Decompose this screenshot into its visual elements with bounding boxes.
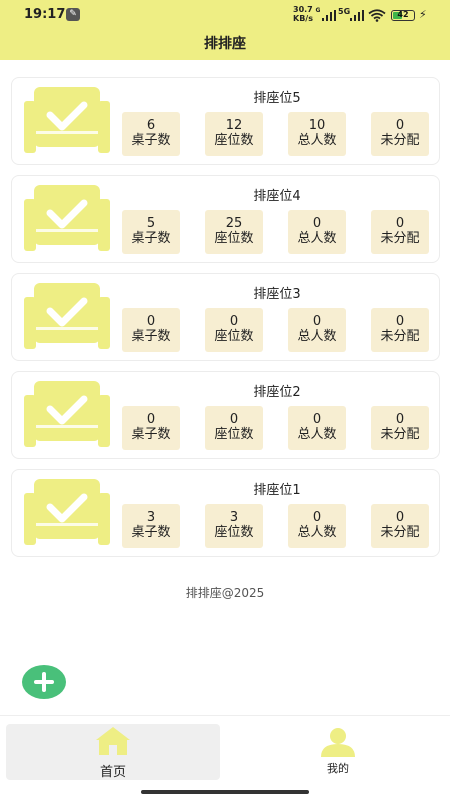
sofa-check-icon — [24, 87, 110, 153]
wifi-icon — [368, 9, 386, 22]
stat-seats: 0 座位数 — [205, 308, 263, 352]
tab-home-label: 首页 — [99, 765, 126, 780]
card-stats: 6 桌子数 12 座位数 10 总人数 0 未分配 — [122, 112, 430, 156]
add-button[interactable] — [22, 665, 66, 699]
stat-people: 10 总人数 — [288, 112, 346, 156]
card-title: 排座位2 — [253, 385, 301, 400]
home-icon — [96, 727, 130, 755]
card-title: 排座位4 — [253, 189, 301, 204]
home-indicator — [141, 790, 309, 794]
stat-people: 0 总人数 — [288, 210, 346, 254]
stat-tables: 0 桌子数 — [122, 406, 180, 450]
battery-percent: 42 — [397, 10, 409, 19]
card-stats: 3 桌子数 3 座位数 0 总人数 0 未分配 — [122, 504, 430, 548]
signal-icon — [322, 10, 336, 21]
seating-plan-card[interactable]: 排座位4 5 桌子数 25 座位数 0 总人数 0 未分配 — [11, 175, 440, 263]
stat-unassigned: 0 未分配 — [371, 210, 429, 254]
sofa-check-icon — [24, 479, 110, 545]
stat-tables: 0 桌子数 — [122, 308, 180, 352]
signal-icon — [350, 10, 364, 21]
page-title: 排排座 — [204, 36, 246, 52]
seating-plan-card[interactable]: 排座位5 6 桌子数 12 座位数 10 总人数 0 未分配 — [11, 77, 440, 165]
user-icon[interactable] — [320, 727, 356, 757]
card-stats: 0 桌子数 0 座位数 0 总人数 0 未分配 — [122, 308, 430, 352]
battery-icon: 42 — [391, 10, 415, 21]
network-type: 5G — [338, 7, 351, 16]
tab-home[interactable]: 首页 — [6, 724, 220, 780]
seating-plan-card[interactable]: 排座位2 0 桌子数 0 座位数 0 总人数 0 未分配 — [11, 371, 440, 459]
card-stats: 0 桌子数 0 座位数 0 总人数 0 未分配 — [122, 406, 430, 450]
stat-tables: 5 桌子数 — [122, 210, 180, 254]
card-title: 排座位5 — [253, 91, 301, 106]
stat-tables: 6 桌子数 — [122, 112, 180, 156]
network-speed: 30.7 G KB/s — [293, 5, 321, 23]
stat-seats: 25 座位数 — [205, 210, 263, 254]
seating-plan-card[interactable]: 排座位3 0 桌子数 0 座位数 0 总人数 0 未分配 — [11, 273, 440, 361]
stat-seats: 0 座位数 — [205, 406, 263, 450]
stat-people: 0 总人数 — [288, 406, 346, 450]
charging-icon: ⚡ — [419, 8, 427, 21]
stat-seats: 12 座位数 — [205, 112, 263, 156]
card-stats: 5 桌子数 25 座位数 0 总人数 0 未分配 — [122, 210, 430, 254]
stat-people: 0 总人数 — [288, 308, 346, 352]
stat-people: 0 总人数 — [288, 504, 346, 548]
app-header: 排排座 — [0, 30, 450, 60]
stat-unassigned: 0 未分配 — [371, 308, 429, 352]
sofa-check-icon — [24, 185, 110, 251]
stat-unassigned: 0 未分配 — [371, 112, 429, 156]
bottom-tab-bar: 首页 我的 — [0, 715, 450, 801]
stat-unassigned: 0 未分配 — [371, 406, 429, 450]
seating-plan-card[interactable]: 排座位1 3 桌子数 3 座位数 0 总人数 0 未分配 — [11, 469, 440, 557]
stat-seats: 3 座位数 — [205, 504, 263, 548]
card-title: 排座位1 — [253, 483, 301, 498]
sofa-check-icon — [24, 283, 110, 349]
stat-tables: 3 桌子数 — [122, 504, 180, 548]
seating-plan-list: 排座位5 6 桌子数 12 座位数 10 总人数 0 未分配 排座位4 5 桌子数 25 座… — [11, 77, 440, 567]
card-title: 排座位3 — [253, 287, 301, 302]
status-bar: 19:17 ✎ 30.7 G KB/s 5G 42 ⚡ — [0, 0, 450, 30]
tab-mine-label[interactable]: 我的 — [300, 760, 376, 776]
status-time: 19:17 — [24, 7, 66, 22]
copyright-text: 排排座@2025 — [185, 586, 265, 600]
wrench-icon: ✎ — [66, 8, 80, 21]
sofa-check-icon — [24, 381, 110, 447]
stat-unassigned: 0 未分配 — [371, 504, 429, 548]
